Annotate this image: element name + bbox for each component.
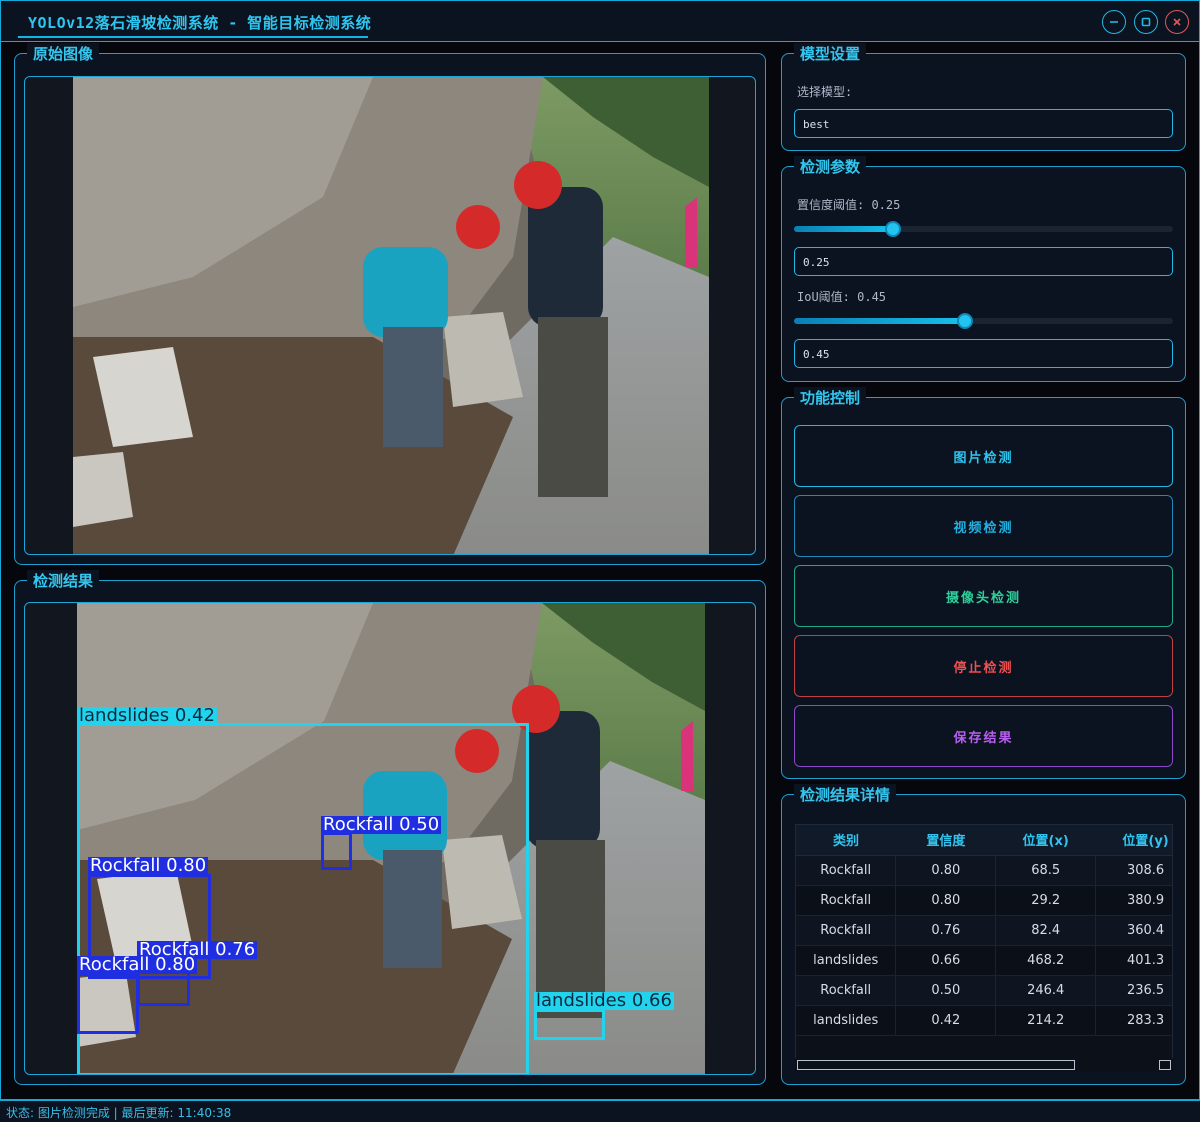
table-cell: 0.42 — [895, 1005, 997, 1036]
confidence-slider[interactable] — [794, 221, 1173, 237]
status-bar: 状态: 图片检测完成 | 最后更新: 11:40:38 — [0, 1100, 1200, 1122]
table-cell: 0.76 — [895, 915, 997, 946]
table-cell: 82.4 — [995, 915, 1097, 946]
table-cell: Rockfall — [796, 915, 897, 946]
image-detect-button[interactable]: 图片检测 — [794, 425, 1173, 487]
detection-label: landslides 0.42 — [77, 705, 217, 726]
table-cell: 29.2 — [995, 885, 1097, 916]
table-cell: 283.3 — [1095, 1005, 1172, 1036]
detection-details-title: 检测结果详情 — [794, 784, 897, 805]
iou-input[interactable]: 0.45 — [794, 339, 1173, 368]
result-image-frame: landslides 0.42 Rockfall 0.50 Rockfall 0… — [24, 602, 756, 1075]
table-row[interactable]: landslides 0.66 468.2 401.3 — [796, 945, 1172, 976]
table-row[interactable]: Rockfall 0.50 246.4 236.5 — [796, 975, 1172, 1006]
table-cell: 236.5 — [1095, 975, 1172, 1006]
confidence-threshold-label: 置信度阈值: 0.25 — [797, 198, 901, 212]
table-cell: 68.5 — [995, 855, 1097, 886]
table-row[interactable]: landslides 0.42 214.2 283.3 — [796, 1005, 1172, 1036]
original-image-title: 原始图像 — [27, 43, 100, 64]
table-header-row: 类别 置信度 位置(x) 位置(y) — [796, 825, 1172, 856]
table-cell: 0.80 — [895, 885, 997, 916]
table-cell: 380.9 — [1095, 885, 1172, 916]
iou-slider[interactable] — [794, 313, 1173, 329]
table-cell: 246.4 — [995, 975, 1097, 1006]
confidence-slider-handle[interactable] — [885, 221, 901, 237]
column-header-y[interactable]: 位置(y) — [1095, 825, 1172, 856]
maximize-icon — [1141, 17, 1151, 27]
video-detect-button[interactable]: 视频检测 — [794, 495, 1173, 557]
minimize-icon — [1110, 21, 1118, 23]
iou-threshold-label: IoU阈值: 0.45 — [797, 290, 887, 304]
close-icon — [1173, 18, 1181, 26]
table-horizontal-scrollbar[interactable] — [795, 1058, 1173, 1072]
detection-details-table[interactable]: 类别 置信度 位置(x) 位置(y) Rockfall 0.80 68.5 30… — [795, 824, 1173, 1069]
detection-box-rockfall — [77, 973, 139, 1034]
table-row[interactable]: Rockfall 0.76 82.4 360.4 — [796, 915, 1172, 946]
maximize-button[interactable] — [1134, 10, 1158, 34]
window-title: YOLOv12落石滑坡检测系统 - 智能目标检测系统 — [28, 14, 372, 32]
table-cell: landslides — [796, 945, 897, 976]
column-header-x[interactable]: 位置(x) — [995, 825, 1096, 856]
iou-slider-fill — [794, 318, 964, 324]
scrollbar-right-arrow[interactable] — [1159, 1060, 1171, 1070]
table-cell: 360.4 — [1095, 915, 1172, 946]
title-underline — [18, 36, 368, 38]
detection-box-landslides — [534, 1009, 605, 1040]
minimize-button[interactable] — [1102, 10, 1126, 34]
save-result-button[interactable]: 保存结果 — [794, 705, 1173, 767]
scrollbar-thumb[interactable] — [797, 1060, 1075, 1070]
original-image — [73, 77, 709, 554]
camera-detect-button[interactable]: 摄像头检测 — [794, 565, 1173, 627]
confidence-slider-fill — [794, 226, 892, 232]
table-cell: 0.80 — [895, 855, 997, 886]
original-photo-illustration — [73, 77, 709, 554]
column-header-confidence[interactable]: 置信度 — [895, 825, 996, 856]
detection-label: Rockfall 0.80 — [88, 855, 209, 876]
table-cell: landslides — [796, 1005, 897, 1036]
table-row[interactable]: Rockfall 0.80 29.2 380.9 — [796, 885, 1172, 916]
detection-result-title: 检测结果 — [27, 570, 100, 591]
detection-label: Rockfall 0.50 — [321, 814, 442, 835]
model-select[interactable]: best — [794, 109, 1173, 138]
table-cell: 308.6 — [1095, 855, 1172, 886]
detection-box-rockfall — [321, 832, 352, 870]
confidence-input[interactable]: 0.25 — [794, 247, 1173, 276]
column-header-class[interactable]: 类别 — [796, 825, 896, 856]
stop-detect-button[interactable]: 停止检测 — [794, 635, 1173, 697]
original-image-frame — [24, 76, 756, 555]
title-bar: YOLOv12落石滑坡检测系统 - 智能目标检测系统 — [0, 0, 1200, 42]
table-cell: Rockfall — [796, 855, 897, 886]
select-model-label: 选择模型: — [797, 85, 853, 99]
table-cell: 0.50 — [895, 975, 997, 1006]
model-settings-title: 模型设置 — [794, 43, 867, 64]
detection-params-title: 检测参数 — [794, 156, 867, 177]
function-controls-title: 功能控制 — [794, 387, 867, 408]
table-cell: 401.3 — [1095, 945, 1172, 976]
close-button[interactable] — [1165, 10, 1189, 34]
table-cell: Rockfall — [796, 975, 897, 1006]
table-cell: Rockfall — [796, 885, 897, 916]
table-cell: 0.66 — [895, 945, 997, 976]
iou-slider-handle[interactable] — [957, 313, 973, 329]
table-cell: 214.2 — [995, 1005, 1097, 1036]
table-row[interactable]: Rockfall 0.80 68.5 308.6 — [796, 855, 1172, 886]
table-cell: 468.2 — [995, 945, 1097, 976]
result-image: landslides 0.42 Rockfall 0.50 Rockfall 0… — [77, 603, 705, 1074]
detection-label: Rockfall 0.80 — [77, 954, 198, 975]
detection-label: landslides 0.66 — [534, 990, 674, 1011]
